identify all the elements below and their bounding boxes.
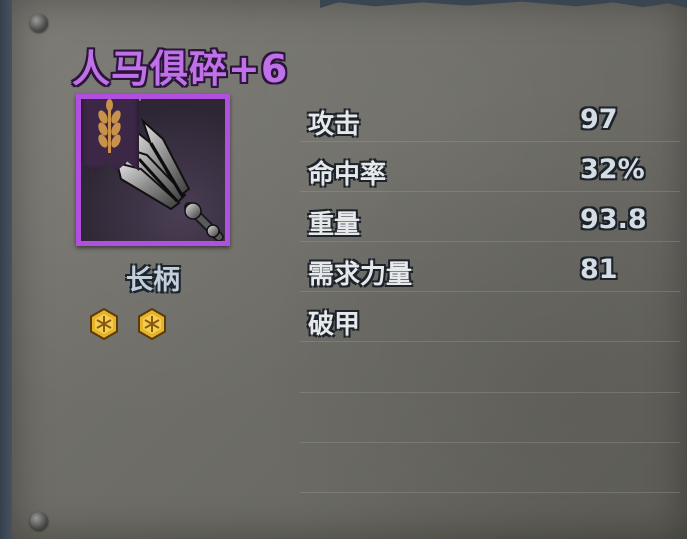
item-icon-slot[interactable]: [76, 94, 230, 246]
row-divider: [300, 492, 680, 493]
stat-value: 32%: [580, 154, 645, 185]
rivet-icon: [30, 14, 48, 32]
item-tooltip-window: 人马俱碎+6 长柄 攻击 97 命中率 32% 重量 93.8 需求力量 81 …: [0, 0, 687, 539]
row-divider: [300, 141, 680, 142]
stat-label: 重量: [308, 210, 361, 240]
stat-label: 攻击: [308, 110, 361, 140]
gold-hexagon-icon[interactable]: [136, 308, 168, 340]
item-icon-background: [81, 99, 225, 241]
faction-banner-icon: [81, 99, 139, 171]
row-divider: [300, 241, 680, 242]
stat-label: 破甲: [308, 310, 361, 340]
stat-value: 81: [580, 254, 618, 285]
stat-value: 93.8: [580, 204, 647, 235]
stat-row-armor-pierce: 破甲: [300, 298, 680, 348]
stat-row-weight: 重量 93.8: [300, 198, 680, 248]
row-divider: [300, 341, 680, 342]
row-divider: [300, 191, 680, 192]
stats-list: 攻击 97 命中率 32% 重量 93.8 需求力量 81 破甲: [300, 98, 680, 348]
rivet-icon: [30, 512, 48, 530]
row-divider: [300, 291, 680, 292]
row-divider: [300, 392, 680, 393]
stat-row-hit-rate: 命中率 32%: [300, 148, 680, 198]
stat-row-strength-requirement: 需求力量 81: [300, 248, 680, 298]
item-name: 人马俱碎+6: [72, 47, 289, 91]
stat-label: 命中率: [308, 160, 387, 190]
stat-value: 97: [580, 104, 618, 135]
gold-hexagon-icon[interactable]: [88, 308, 120, 340]
stat-label: 需求力量: [308, 260, 413, 290]
stat-row-attack: 攻击 97: [300, 98, 680, 148]
weapon-category: 长柄: [126, 265, 180, 296]
row-divider: [300, 442, 680, 443]
